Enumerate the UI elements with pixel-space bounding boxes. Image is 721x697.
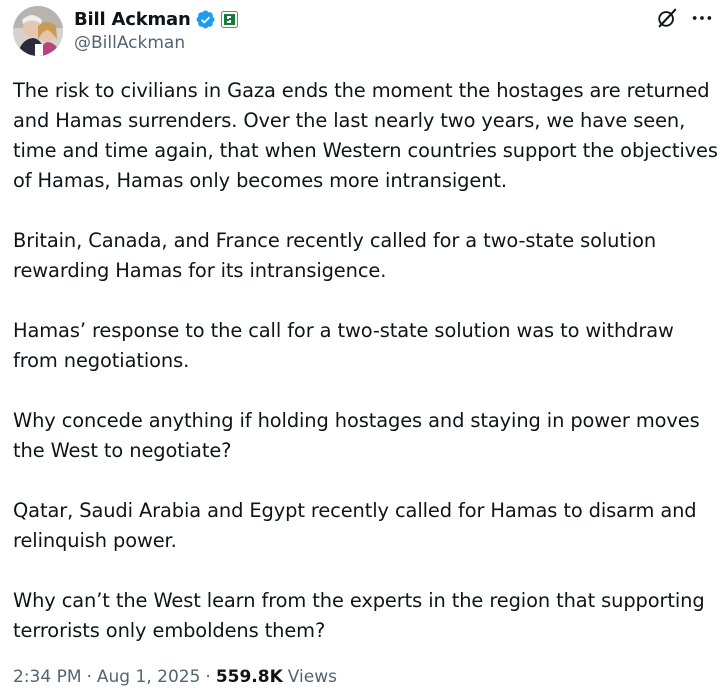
author-info: Bill Ackman @BillAckman bbox=[74, 7, 238, 53]
post-date[interactable]: Aug 1, 2025 bbox=[97, 667, 201, 687]
grok-icon[interactable] bbox=[656, 7, 678, 29]
tweet-paragraph: Hamas’ response to the call for a two-st… bbox=[13, 319, 674, 372]
tweet: Bill Ackman @BillAckman The risk to civi… bbox=[0, 0, 721, 697]
tweet-paragraph: Qatar, Saudi Arabia and Egypt recently c… bbox=[13, 499, 697, 552]
tweet-paragraph: Why concede anything if holding hostages… bbox=[13, 409, 700, 462]
views-label[interactable]: Views bbox=[288, 667, 337, 687]
verified-badge-icon[interactable] bbox=[195, 9, 216, 30]
tweet-header: Bill Ackman @BillAckman bbox=[13, 6, 713, 56]
tweet-paragraph: Britain, Canada, and France recently cal… bbox=[13, 229, 657, 282]
tweet-meta: 2:34 PM · Aug 1, 2025 · 559.8K Views bbox=[13, 667, 337, 687]
meta-separator: · bbox=[205, 667, 211, 687]
meta-separator: · bbox=[86, 667, 92, 687]
views-count[interactable]: 559.8K bbox=[216, 667, 283, 687]
tweet-paragraph: Why can’t the West learn from the expert… bbox=[13, 589, 705, 642]
avatar[interactable] bbox=[13, 6, 63, 56]
post-time[interactable]: 2:34 PM bbox=[13, 667, 82, 687]
tweet-text: The risk to civilians in Gaza ends the m… bbox=[13, 76, 721, 646]
more-icon[interactable] bbox=[691, 7, 713, 29]
author-handle[interactable]: @BillAckman bbox=[74, 33, 238, 53]
tweet-paragraph: The risk to civilians in Gaza ends the m… bbox=[13, 79, 718, 192]
affiliate-badge-icon[interactable] bbox=[220, 10, 238, 28]
name-row: Bill Ackman bbox=[74, 7, 238, 31]
avatar-image bbox=[13, 6, 63, 56]
display-name[interactable]: Bill Ackman bbox=[74, 9, 191, 30]
tweet-actions-top bbox=[656, 7, 713, 29]
